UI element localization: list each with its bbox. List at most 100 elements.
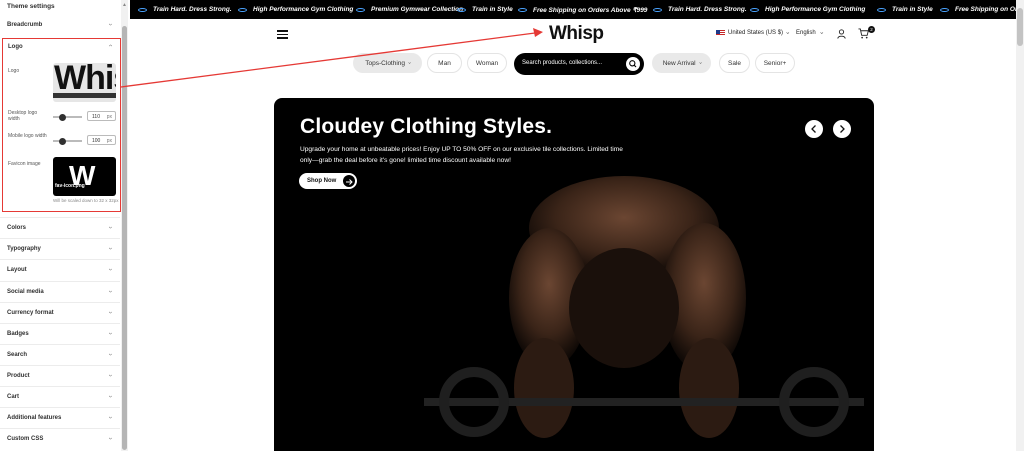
ticker-item: Free Shipping on Orders Above ₹999	[518, 0, 647, 19]
chevron-down-icon: ›	[106, 311, 114, 314]
nav-item-senior[interactable]: Senior+	[755, 53, 795, 73]
section-typography[interactable]: Typography ›	[0, 238, 120, 259]
ticker-item: High Performance Gym Clothing	[750, 0, 865, 19]
chevron-down-icon: ›	[106, 247, 114, 250]
ticker-text: Train Hard. Dress Strong.	[153, 6, 232, 13]
chevron-down-icon: ›	[405, 62, 412, 64]
hero-subtitle: Upgrade your home at unbeatable prices! …	[300, 146, 623, 164]
account-icon[interactable]	[837, 29, 846, 39]
ticker-item: Train Hard. Dress Strong.	[653, 0, 747, 19]
chevron-down-icon: ›	[106, 437, 114, 440]
favicon-label: Favicon image	[8, 161, 41, 167]
scrollbar-thumb[interactable]	[122, 26, 127, 450]
ticker-dot-icon	[138, 7, 147, 12]
country-selector[interactable]: United States (US $) ›	[716, 30, 790, 36]
scroll-up-icon[interactable]: ▲	[122, 2, 127, 8]
slider-knob[interactable]	[59, 137, 66, 145]
hero-title: Cloudey Clothing Styles.	[300, 115, 553, 138]
section-product[interactable]: Product ›	[0, 365, 120, 386]
search-button[interactable]	[626, 57, 640, 71]
slide-next-button[interactable]	[833, 120, 851, 138]
chevron-down-icon: ›	[106, 374, 114, 377]
section-additional-features[interactable]: Additional features ›	[0, 407, 120, 428]
ticker-item: Train in Style	[877, 0, 933, 19]
mobile-logo-width-input[interactable]: 100 px	[87, 135, 116, 145]
announcement-ticker: Train Hard. Dress Strong. High Performanc…	[130, 0, 1016, 19]
ticker-dot-icon	[518, 7, 527, 12]
ticker-item: High Performance Gym Clothing	[238, 0, 353, 19]
ticker-item: Train Hard. Dress Strong.	[138, 0, 232, 19]
ticker-text: High Performance Gym Clothing	[765, 6, 866, 13]
favicon-preview-text: fav-icon.png	[55, 183, 85, 189]
desktop-logo-width-label: Desktop logo width	[8, 110, 38, 122]
desktop-logo-width-slider[interactable]	[53, 113, 82, 121]
desktop-logo-width-input[interactable]: 110 px	[87, 111, 116, 121]
logo-image-picker[interactable]: Whis	[53, 63, 116, 102]
chevron-down-icon: ›	[106, 395, 114, 398]
ticker-text: Free Shipping on Orders Above ₹999	[533, 6, 648, 14]
ticker-dot-icon	[457, 7, 466, 12]
nav-item-man[interactable]: Man	[427, 53, 462, 73]
nav-item-tops-clothing[interactable]: Tops-Clothing ›	[353, 53, 422, 73]
ticker-text: Premium Gymwear Collection	[371, 6, 464, 13]
slide-prev-button[interactable]	[805, 120, 823, 138]
ticker-dot-icon	[877, 7, 886, 12]
section-layout[interactable]: Layout ›	[0, 259, 120, 280]
section-label: Custom CSS	[7, 436, 44, 442]
nav-label: Tops-Clothing	[365, 59, 406, 67]
language-selector[interactable]: English ›	[796, 30, 824, 36]
section-label: Social media	[7, 289, 44, 295]
cart-count-badge: 2	[868, 26, 875, 33]
section-colors[interactable]: Colors ›	[0, 217, 120, 238]
section-label: Badges	[7, 331, 29, 337]
section-currency-format[interactable]: Currency format ›	[0, 302, 120, 323]
mobile-logo-width-slider[interactable]	[53, 137, 82, 145]
section-breadcrumb[interactable]: Breadcrumb ›	[0, 15, 120, 36]
menu-icon[interactable]	[277, 30, 288, 39]
storefront-preview: Train Hard. Dress Strong. High Performanc…	[130, 0, 1016, 451]
store-header: Whisp United States (US $) › English › 2	[130, 19, 1016, 51]
section-cart[interactable]: Cart ›	[0, 386, 120, 407]
nav-item-new-arrival[interactable]: New Arrival ›	[652, 53, 711, 73]
ticker-item: Premium Gymwear Collection	[356, 0, 463, 19]
arrow-right-icon	[343, 175, 355, 187]
favicon-image-picker[interactable]: W fav-icon.png	[53, 157, 116, 196]
section-search[interactable]: Search ›	[0, 344, 120, 365]
ticker-dot-icon	[940, 7, 949, 12]
preview-scrollbar[interactable]	[1016, 0, 1024, 451]
section-custom-css[interactable]: Custom CSS ›	[0, 428, 120, 449]
ticker-text: High Performance Gym Clothing	[253, 6, 354, 13]
nav-item-sale[interactable]: Sale	[719, 53, 750, 73]
section-badges[interactable]: Badges ›	[0, 323, 120, 344]
logo-preview-strip	[53, 93, 116, 98]
language-label: English	[796, 30, 816, 36]
section-social-media[interactable]: Social media ›	[0, 281, 120, 302]
ticker-text: Train in Style	[472, 6, 513, 13]
chevron-up-icon[interactable]: ›	[107, 44, 114, 46]
slider-knob[interactable]	[59, 113, 66, 121]
mobile-logo-width-label: Mobile logo width	[8, 133, 47, 139]
section-label: Breadcrumb	[7, 22, 43, 28]
chevron-down-icon: ›	[696, 62, 703, 64]
section-label: Product	[7, 373, 30, 379]
nav-label: Senior+	[763, 59, 787, 67]
logo-field-label: Logo	[8, 68, 20, 74]
logo-section-title[interactable]: Logo	[8, 44, 23, 50]
nav-label: Sale	[727, 59, 741, 67]
ticker-text: Train in Style	[892, 6, 933, 13]
nav-item-woman[interactable]: Woman	[467, 53, 507, 73]
nav-label: Man	[438, 59, 451, 67]
shop-now-button[interactable]: Shop Now	[299, 173, 357, 189]
search-bar[interactable]: Search products, collections...	[514, 53, 644, 75]
ticker-item: Train in Style	[457, 0, 513, 19]
desktop-logo-width-value: 110	[92, 113, 100, 120]
scrollbar-thumb[interactable]	[1017, 8, 1023, 46]
section-label: Search	[7, 352, 28, 358]
panel-scrollbar[interactable]: ▲	[121, 0, 128, 451]
brand-logo[interactable]: Whisp	[549, 23, 604, 45]
logo-section: Logo › Logo Whis Desktop logo width 110 …	[2, 38, 121, 212]
chevron-down-icon: ›	[106, 23, 114, 26]
ticker-dot-icon	[356, 7, 365, 12]
us-flag-icon	[716, 30, 725, 36]
app-root: Theme settings Breadcrumb › Logo › Logo …	[0, 0, 1024, 451]
